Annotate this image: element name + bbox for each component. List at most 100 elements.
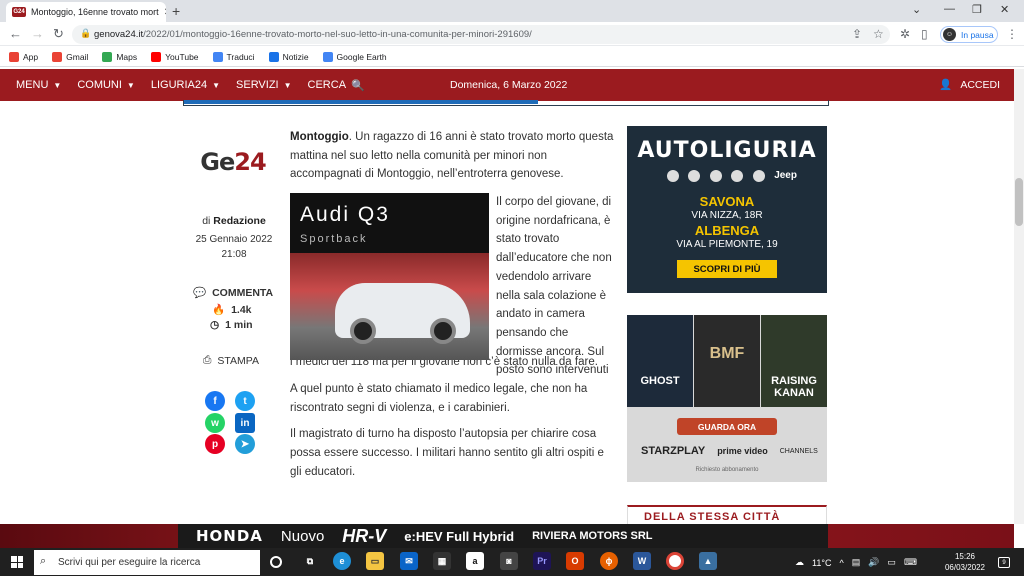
bookmark-star-icon[interactable]: ☆ bbox=[873, 27, 884, 41]
read-time-value: 1 min bbox=[225, 319, 253, 331]
bookmark-label: Maps bbox=[116, 51, 138, 62]
related-section-heading: DELLA STESSA CITTÀ bbox=[627, 505, 827, 525]
amazon-icon[interactable]: a bbox=[466, 552, 484, 570]
notifications-icon[interactable]: 9 bbox=[998, 557, 1010, 568]
browser-tab[interactable]: G24 Montoggio, 16enne trovato mort ✕ bbox=[6, 2, 166, 22]
extensions-icon[interactable]: ✲ bbox=[900, 27, 910, 41]
battery-icon[interactable]: ▭ bbox=[887, 557, 896, 568]
user-icon: 👤 bbox=[939, 79, 953, 91]
new-tab-icon[interactable]: + bbox=[172, 3, 180, 19]
by-prefix: di bbox=[202, 215, 211, 227]
telegram-icon[interactable]: ➤ bbox=[235, 434, 255, 454]
premiere-icon[interactable]: Pr bbox=[533, 552, 551, 570]
ad-starzplay[interactable]: GHOST BMF RAISING KANAN GUARDA ORA STARZ… bbox=[627, 315, 827, 482]
bookmark-traduci[interactable]: Traduci bbox=[212, 51, 255, 62]
twitter-icon[interactable]: t bbox=[235, 391, 255, 411]
comment-button[interactable]: 💬 COMMENTA bbox=[193, 286, 273, 300]
bookmark-google-earth[interactable]: Google Earth bbox=[322, 51, 387, 62]
task-view-icon[interactable]: ⧉ bbox=[301, 552, 319, 570]
nav-menu[interactable]: MENU ▼ bbox=[16, 79, 61, 91]
mail-icon[interactable]: ✉ bbox=[400, 552, 418, 570]
show-title: BMF bbox=[709, 345, 745, 362]
bookmark-maps[interactable]: Maps bbox=[102, 51, 138, 62]
show-title: RAISING KANAN bbox=[771, 375, 817, 399]
honda-banner-ad[interactable]: HONDA Nuovo HR-V e:HEV Full Hybrid RIVIE… bbox=[0, 524, 1014, 548]
file-explorer-icon[interactable]: ▭ bbox=[366, 552, 384, 570]
chrome-icon[interactable] bbox=[666, 552, 684, 570]
ad-autoliguria[interactable]: AUTOLIGURIA Jeep SAVONA VIA NIZZA, 18R A… bbox=[627, 126, 827, 293]
whatsapp-icon[interactable]: w bbox=[205, 413, 225, 433]
close-tab-icon[interactable]: ✕ bbox=[164, 7, 166, 18]
keyboard-icon[interactable]: ⌨ bbox=[904, 557, 917, 568]
bookmark-youtube[interactable]: YouTube bbox=[151, 51, 199, 62]
bookmark-notizie[interactable]: Notizie bbox=[268, 51, 309, 62]
cortana-icon[interactable] bbox=[270, 556, 282, 568]
jeep-logo: Jeep bbox=[774, 170, 797, 181]
taskbar-search-input[interactable]: ⌕ Scrivi qui per eseguire la ricerca bbox=[34, 550, 260, 575]
ad-cta-button[interactable]: SCOPRI DI PIÙ bbox=[677, 260, 777, 278]
ad-subtitle: Sportback bbox=[300, 233, 368, 245]
scrollbar[interactable] bbox=[1014, 69, 1024, 524]
word-icon[interactable]: W bbox=[633, 552, 651, 570]
print-button[interactable]: ⎙ STAMPA bbox=[203, 354, 259, 367]
login-button[interactable]: 👤 ACCEDI bbox=[939, 78, 1000, 92]
media-icon[interactable]: ◙ bbox=[500, 552, 518, 570]
clock-icon: ◷ bbox=[210, 319, 220, 331]
bookmark-label: Google Earth bbox=[336, 51, 387, 62]
share-icon[interactable]: ⇪ bbox=[852, 27, 862, 41]
edge-icon[interactable]: e bbox=[333, 552, 351, 570]
nav-comuni[interactable]: COMUNI ▼ bbox=[77, 79, 135, 91]
photos-icon[interactable]: ▲ bbox=[699, 552, 717, 570]
poster-ghost: GHOST bbox=[627, 315, 693, 407]
menu-dots-icon[interactable]: ⋮ bbox=[1006, 27, 1018, 41]
bookmark-icon bbox=[9, 51, 19, 62]
close-window-icon[interactable]: ✕ bbox=[1000, 3, 1009, 16]
article-paragraph-4: Il magistrato di turno ha disposto l’aut… bbox=[290, 428, 604, 478]
poster-bmf: BMF bbox=[694, 315, 760, 407]
volume-icon[interactable]: 🔊 bbox=[868, 557, 879, 568]
tab-search-icon[interactable]: ⌄ bbox=[912, 3, 921, 16]
nav-label: CERCA bbox=[307, 79, 347, 91]
office-icon[interactable]: O bbox=[566, 552, 584, 570]
inline-ad-audi[interactable]: Audi Q3 Sportback bbox=[290, 193, 489, 360]
subscription-note: Richiesto abbonamento bbox=[695, 467, 759, 473]
car-brand-logos: Jeep bbox=[667, 170, 797, 182]
bookmark-label: Notizie bbox=[282, 51, 309, 62]
weather-temp[interactable]: 11°C bbox=[812, 558, 831, 568]
scrollbar-thumb[interactable] bbox=[1015, 178, 1023, 226]
back-icon[interactable]: ← bbox=[9, 26, 22, 41]
side-panel-icon[interactable]: ▯ bbox=[921, 27, 928, 41]
profile-button[interactable]: ☺ In pausa bbox=[940, 26, 998, 43]
weather-icon[interactable]: ☁ bbox=[795, 557, 804, 568]
nav-cerca[interactable]: CERCA 🔍 bbox=[308, 79, 365, 92]
ad-street-1: VIA NIZZA, 18R bbox=[691, 210, 763, 221]
bookmark-gmail[interactable]: Gmail bbox=[52, 51, 89, 62]
windows-start-icon[interactable] bbox=[11, 556, 23, 568]
clock-time: 15:26 bbox=[954, 552, 976, 561]
bookmark-app[interactable]: App bbox=[9, 51, 38, 62]
reload-icon[interactable]: ↻ bbox=[53, 26, 64, 42]
publish-day: 25 Gennaio 2022 bbox=[195, 234, 273, 245]
bookmark-icon bbox=[52, 51, 63, 62]
bookmark-label: Gmail bbox=[66, 51, 89, 62]
nav-servizi[interactable]: SERVIZI ▼ bbox=[236, 79, 292, 91]
nav-liguria24[interactable]: LIGURIA24 ▼ bbox=[151, 79, 220, 91]
pinterest-icon[interactable]: p bbox=[205, 434, 225, 454]
chevron-up-icon[interactable]: ^ bbox=[839, 558, 843, 568]
facebook-icon[interactable]: f bbox=[205, 391, 225, 411]
forward-icon[interactable]: → bbox=[31, 26, 44, 41]
url-input[interactable]: 🔒 genova24.it/2022/01/montoggio-16enne-t… bbox=[72, 25, 890, 44]
firefox-icon[interactable]: ϕ bbox=[600, 552, 618, 570]
minimize-icon[interactable]: — bbox=[944, 3, 955, 15]
store-icon[interactable]: ▦ bbox=[433, 552, 451, 570]
maximize-icon[interactable]: ❐ bbox=[972, 3, 982, 16]
starzplay-logo: STARZPLAY bbox=[641, 445, 706, 457]
ad-cta-button[interactable]: GUARDA ORA bbox=[677, 418, 777, 435]
banner-nuovo: Nuovo bbox=[280, 527, 325, 545]
linkedin-icon[interactable]: in bbox=[235, 413, 255, 433]
author-name[interactable]: Redazione bbox=[213, 215, 266, 227]
taskbar-clock[interactable]: 15:26 06/03/2022 bbox=[944, 551, 986, 573]
nav-label: SERVIZI bbox=[236, 79, 279, 91]
network-icon[interactable]: ▤ bbox=[852, 557, 861, 568]
reading-progress-bar bbox=[184, 100, 538, 104]
